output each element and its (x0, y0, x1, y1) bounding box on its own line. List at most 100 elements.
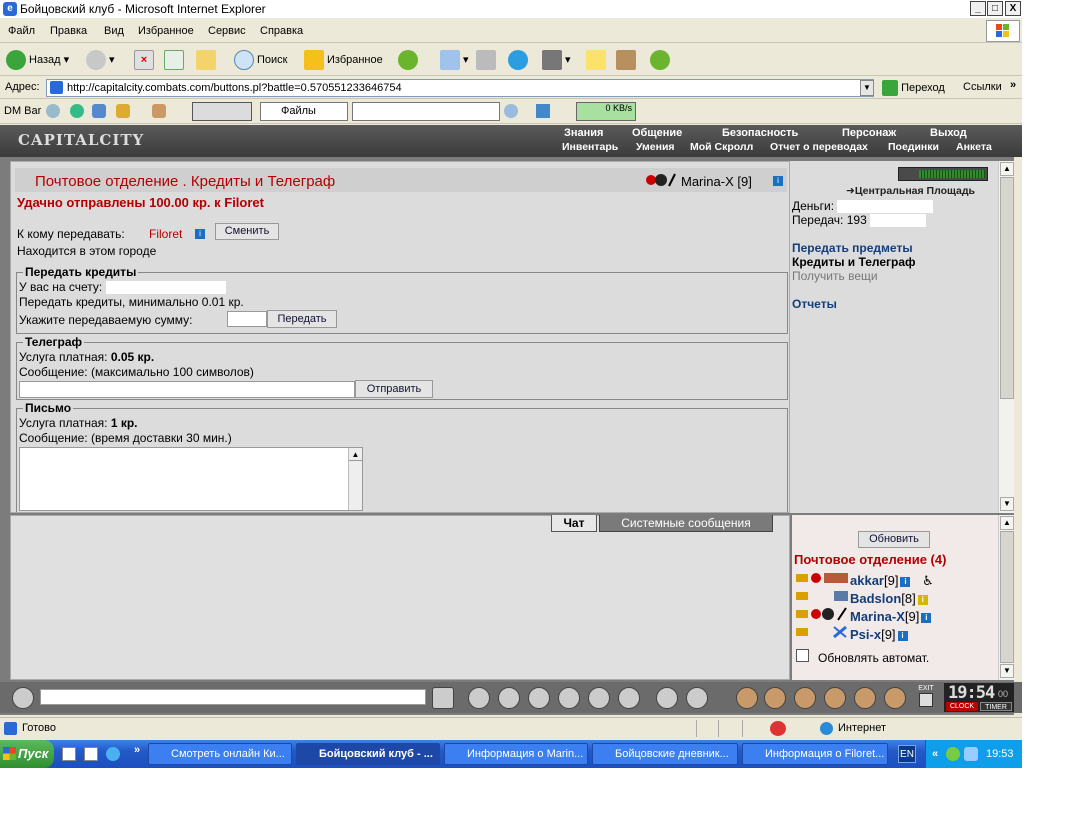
dmbar-icon-5[interactable] (152, 104, 166, 118)
auto-refresh-checkbox[interactable] (796, 649, 809, 662)
dmbar-icon-3[interactable] (92, 104, 106, 118)
menu-tools[interactable]: Сервис (208, 25, 246, 37)
forward-button[interactable]: ▾ (86, 49, 115, 71)
current-user[interactable]: Marina-X [9] (681, 174, 752, 189)
nav-profile[interactable]: Анкета (956, 141, 992, 153)
home-button[interactable] (196, 49, 219, 71)
edit-button[interactable]: ▾ (542, 49, 571, 71)
filter-icon[interactable] (498, 687, 520, 709)
dmbar-icon-4[interactable] (116, 104, 130, 118)
start-button[interactable]: Пуск (0, 740, 54, 768)
address-dropdown-arrow[interactable]: ▼ (860, 80, 874, 96)
dmbar-cursor-tool[interactable] (192, 102, 252, 121)
chat-scroll-thumb[interactable] (1000, 531, 1014, 663)
skype-button[interactable] (508, 49, 531, 71)
scroll-icon[interactable] (764, 687, 786, 709)
bag-icon[interactable] (736, 687, 758, 709)
menu-favorites[interactable]: Избранное (138, 25, 194, 37)
flag-icon[interactable] (884, 687, 906, 709)
scroll-up-icon[interactable]: ▲ (1000, 162, 1014, 176)
chat-head-icon[interactable] (12, 687, 34, 709)
quicklaunch-more[interactable]: » (134, 744, 140, 756)
task-fight-diaries[interactable]: Бойцовские дневник... (592, 743, 738, 765)
private-icon[interactable] (588, 687, 610, 709)
minimize-button[interactable]: _ (970, 1, 986, 16)
enter-icon[interactable] (432, 687, 454, 709)
smiley-icon[interactable] (656, 687, 678, 709)
menu-help[interactable]: Справка (260, 25, 303, 37)
quicklaunch-icon-2[interactable] (84, 747, 98, 761)
nav-communication[interactable]: Общение (632, 127, 682, 139)
nav-skills[interactable]: Умения (636, 141, 675, 153)
user-row-psi[interactable]: Psi-x[9] i (796, 625, 908, 642)
quicklaunch-icon-1[interactable] (62, 747, 76, 761)
tab-system-messages[interactable]: Системные сообщения (599, 515, 773, 532)
research-button[interactable] (616, 49, 639, 71)
menu-edit[interactable]: Правка (50, 25, 87, 37)
menu-view[interactable]: Вид (104, 25, 124, 37)
side-link-credits-telegraph[interactable]: Кредиты и Телеграф (792, 255, 916, 269)
user-info-icon[interactable]: i (921, 612, 932, 623)
user-info-icon[interactable]: i (900, 576, 911, 587)
task-movie[interactable]: Смотреть онлайн Ки... (148, 743, 292, 765)
user-row-marina[interactable]: Marina-X[9] i (796, 607, 932, 624)
close-button[interactable]: X (1005, 1, 1021, 16)
user-info-icon[interactable]: i (773, 176, 783, 186)
mail-button[interactable]: ▾ (440, 49, 469, 71)
nav-my-scroll[interactable]: Мой Скролл (690, 141, 753, 153)
tray-expand[interactable]: « (932, 740, 938, 768)
eraser-icon[interactable] (468, 687, 490, 709)
messenger-button[interactable] (650, 49, 673, 71)
dmbar-icon-1[interactable] (46, 104, 60, 118)
nav-battles[interactable]: Поединки (888, 141, 939, 153)
user-info-icon[interactable]: i (897, 630, 908, 641)
tray-network-icon[interactable] (964, 747, 978, 761)
address-input[interactable]: http://capitalcity.combats.com/buttons.p… (46, 79, 874, 97)
user-row-badslon[interactable]: Badslon[8] i (796, 589, 928, 606)
side-link-reports[interactable]: Отчеты (792, 297, 837, 311)
user-info-icon[interactable]: i (917, 594, 928, 605)
side-link-receive-items[interactable]: Получить вещи (792, 269, 878, 283)
recipient-info-icon[interactable]: i (195, 229, 205, 239)
save-log-icon[interactable] (528, 687, 550, 709)
nav-security[interactable]: Безопасность (722, 127, 798, 139)
scroll-down-icon[interactable]: ▼ (1000, 497, 1014, 511)
stop-button[interactable]: × (134, 49, 157, 71)
dmbar-icon-2[interactable] (70, 104, 84, 118)
amount-input[interactable] (227, 311, 267, 327)
letter-message-textarea[interactable]: ▲ (19, 447, 363, 511)
history-button[interactable] (398, 49, 421, 71)
scroll-thumb[interactable] (1000, 177, 1014, 399)
print-button[interactable] (476, 49, 499, 71)
telegraph-message-input[interactable] (19, 381, 355, 398)
dmbar-search-icon[interactable] (504, 104, 518, 118)
back-button[interactable]: Назад ▾ (6, 49, 69, 71)
nav-inventory[interactable]: Инвентарь (562, 141, 618, 153)
task-info-filoret[interactable]: Информация о Filoret... (742, 743, 888, 765)
location-link[interactable]: ➜Центральная Площадь (846, 185, 975, 197)
user-row-akkar[interactable]: akkar[9] i ♿ (796, 571, 934, 589)
transfer-credits-button[interactable]: Передать (267, 310, 337, 328)
tray-icon-1[interactable] (946, 747, 960, 761)
send-telegraph-button[interactable]: Отправить (355, 380, 433, 398)
go-button[interactable]: Переход (882, 79, 945, 97)
hand-icon[interactable] (824, 687, 846, 709)
search-button[interactable]: Поиск (234, 49, 287, 71)
exit-button[interactable]: EXIT (914, 685, 938, 711)
friends-icon[interactable] (854, 687, 876, 709)
task-fight-club[interactable]: Бойцовский клуб - ... (296, 743, 440, 765)
links-button[interactable]: Ссылки (963, 81, 1002, 93)
timer-mode-label[interactable]: TIMER (980, 702, 1012, 711)
menu-file[interactable]: Файл (8, 25, 35, 37)
quicklaunch-ie-icon[interactable] (106, 747, 120, 761)
language-indicator[interactable]: EN (898, 745, 916, 763)
nav-character[interactable]: Персонаж (842, 127, 896, 139)
notes-button[interactable] (586, 49, 609, 71)
nav-knowledge[interactable]: Знания (564, 127, 603, 139)
dmbar-search-input[interactable] (352, 102, 500, 121)
tab-chat[interactable]: Чат (551, 515, 597, 532)
nav-transfer-report[interactable]: Отчет о переводах (770, 141, 868, 153)
chat-scrollbar[interactable]: ▲ ▼ (998, 515, 1014, 680)
refresh-button[interactable] (164, 49, 187, 71)
clock-mode-label[interactable]: CLOCK (946, 702, 978, 711)
